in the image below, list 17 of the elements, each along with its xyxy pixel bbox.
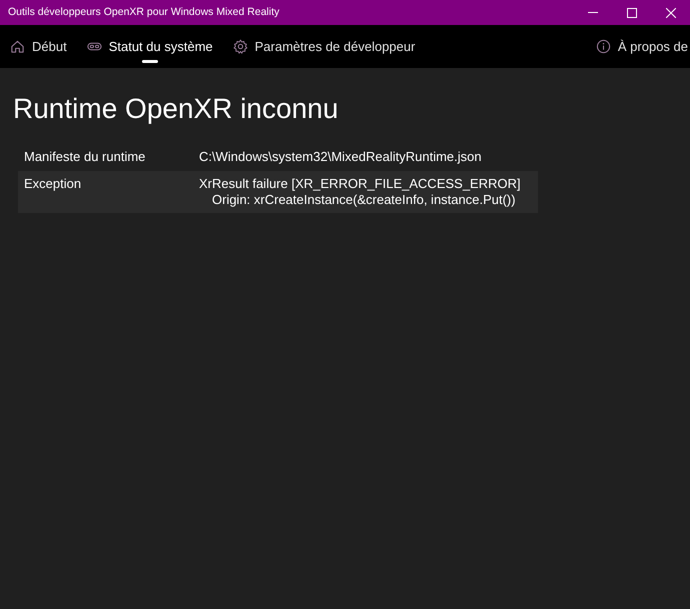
nav-tab[interactable]: À propos de [586,25,690,68]
minimize-icon [588,12,598,13]
nav-tab[interactable]: Statut du système [76,25,223,68]
home-icon [10,39,25,54]
maximize-icon [626,8,636,18]
nav-tab[interactable]: Début [0,25,77,68]
settings-icon [232,39,248,54]
window-title: Outils développeurs OpenXR pour Windows Mixed Reality [7,4,280,20]
detail-label: Manifeste du runtime [23,149,146,165]
detail-value: XrResult failure [XR_ERROR_FILE_ACCESS_ERROR] Origin: xrCreateInstance(&createInfo, instance.Put()) [199,176,520,208]
detail-label: Exception [23,176,82,192]
info-icon [596,39,611,54]
selected-tab-indicator [142,60,158,63]
close-icon [666,8,676,18]
detail-value: C:\Windows\system32\MixedRealityRuntime.json [199,149,482,165]
page-heading: Runtime OpenXR inconnu [13,92,340,126]
nav-tab[interactable]: Paramètres de développeur [222,25,426,68]
